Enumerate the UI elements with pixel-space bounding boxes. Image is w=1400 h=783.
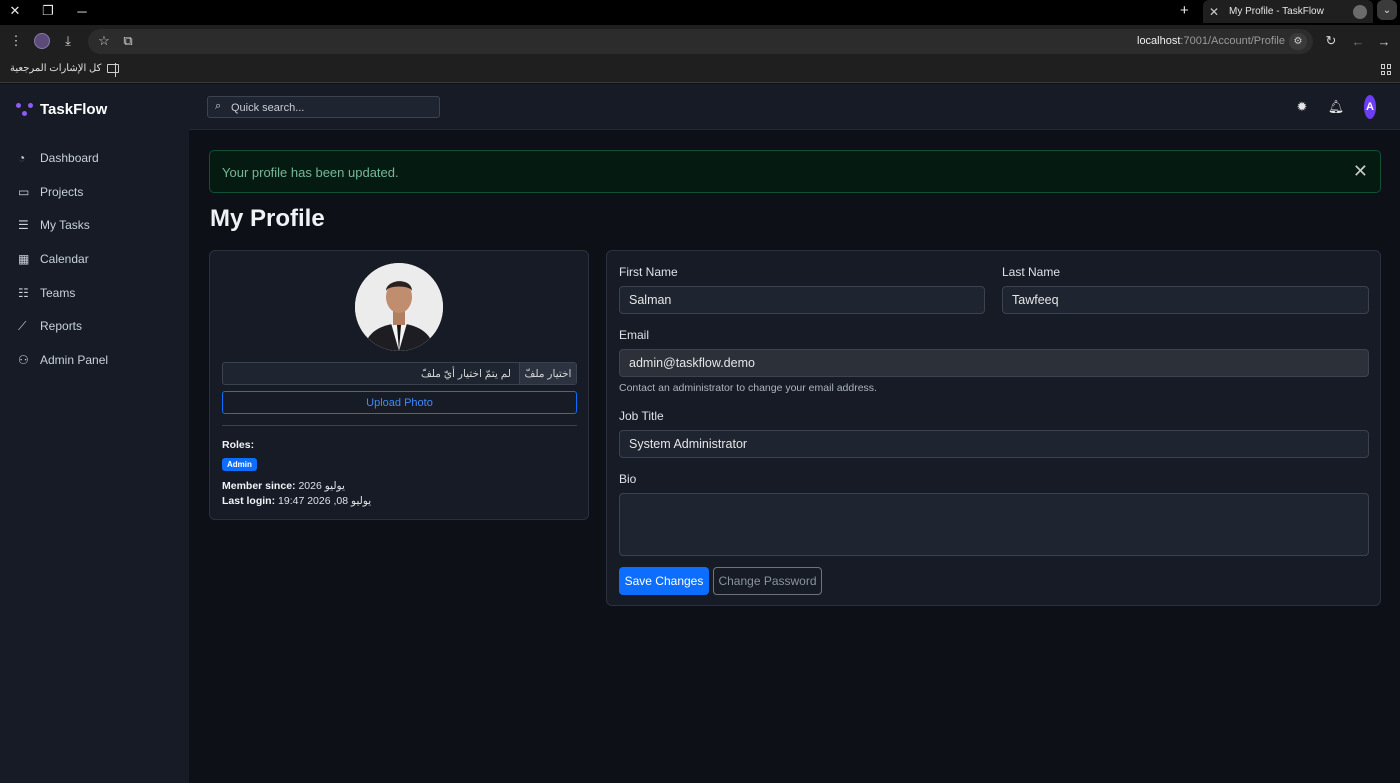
- last-login: Last login: يوليو 08, 2026 19:47: [222, 495, 372, 507]
- forward-arrow-icon[interactable]: →: [1373, 31, 1395, 51]
- close-icon[interactable]: ✕: [1353, 161, 1368, 182]
- all-bookmarks[interactable]: كل الإشارات المرجعية: [10, 63, 120, 74]
- tab-search-icon[interactable]: ⌄: [1377, 0, 1397, 20]
- file-input[interactable]: اختيار ملفّ لم يتمّ اختيار أيّ ملفّ: [222, 362, 577, 385]
- window-minimize-icon[interactable]: ─: [69, 0, 95, 22]
- email-field: admin@taskflow.demo: [619, 349, 1369, 377]
- alert-message: Your profile has been updated.: [222, 165, 399, 180]
- quick-search[interactable]: ⌕: [207, 96, 440, 118]
- sidebar-item-calendar[interactable]: ▦ Calendar: [0, 242, 189, 276]
- translate-icon[interactable]: ⧉: [117, 31, 139, 51]
- job-title-label: Job Title: [619, 409, 664, 423]
- search-input[interactable]: [231, 100, 431, 115]
- user-avatar[interactable]: A: [1364, 95, 1376, 119]
- success-alert: Your profile has been updated. ✕: [209, 150, 1381, 193]
- sidebar-item-my-tasks[interactable]: ☰ My Tasks: [0, 208, 189, 242]
- brand-name: TaskFlow: [40, 101, 108, 118]
- bio-label: Bio: [619, 472, 637, 486]
- bookmarks-bar: كل الإشارات المرجعية: [0, 58, 1400, 83]
- taskflow-logo-icon: [16, 102, 34, 117]
- address-bar[interactable]: ☆ ⧉ localhost:7001/Account/Profile ⚙: [88, 29, 1313, 54]
- sidebar-item-label: My Tasks: [40, 218, 90, 233]
- notification-bell-icon[interactable]: 🔔︎: [1327, 98, 1345, 116]
- globe-icon: [1353, 4, 1367, 19]
- sidebar: TaskFlow ◔ Dashboard ▭ Projects ☰ My Tasks …: [0, 84, 189, 783]
- search-icon: ⌕: [215, 100, 222, 112]
- window-restore-icon[interactable]: ❐: [35, 0, 61, 22]
- url-text: localhost:7001/Account/Profile: [1137, 35, 1285, 47]
- profile-photo-card: اختيار ملفّ لم يتمّ اختيار أيّ ملفّ Uplo…: [209, 250, 589, 520]
- apps-grid-icon[interactable]: [1381, 64, 1392, 75]
- tab-title: My Profile - TaskFlow: [1229, 6, 1324, 17]
- reload-icon[interactable]: ↻: [1320, 31, 1342, 51]
- email-label: Email: [619, 328, 650, 342]
- divider: [115, 63, 116, 77]
- sidebar-item-label: Dashboard: [40, 150, 99, 165]
- profile-avatar-icon[interactable]: [34, 33, 50, 49]
- choose-file-button[interactable]: اختيار ملفّ: [519, 363, 576, 384]
- roles-label: Roles:: [222, 439, 255, 451]
- sidebar-item-label: Reports: [40, 319, 83, 334]
- bookmark-star-icon[interactable]: ☆: [93, 31, 115, 51]
- page-title: My Profile: [210, 205, 325, 232]
- sidebar-nav: ◔ Dashboard ▭ Projects ☰ My Tasks ▦ Calendar…: [0, 141, 189, 377]
- new-tab-icon[interactable]: +: [1180, 2, 1189, 19]
- chart-icon: ⟋: [18, 318, 27, 333]
- sidebar-item-label: Admin Panel: [40, 352, 109, 367]
- last-name-field[interactable]: Tawfeeq: [1002, 286, 1369, 314]
- tasks-icon: ☰: [18, 218, 29, 233]
- profile-photo: [355, 263, 443, 351]
- brand[interactable]: TaskFlow: [16, 101, 107, 118]
- sidebar-item-admin-panel[interactable]: ⚇ Admin Panel: [0, 343, 189, 377]
- last-name-label: Last Name: [1002, 265, 1061, 279]
- menu-dots-icon[interactable]: ⋮: [5, 31, 27, 51]
- divider: [222, 425, 577, 426]
- settings-gear-icon[interactable]: ✹: [1293, 98, 1311, 116]
- back-arrow-icon[interactable]: ←: [1347, 31, 1369, 51]
- dashboard-icon: ◔: [18, 150, 26, 165]
- sidebar-item-dashboard[interactable]: ◔ Dashboard: [0, 141, 189, 175]
- role-badge: Admin: [222, 458, 257, 471]
- member-since: Member since: يوليو 2026: [222, 480, 345, 492]
- tab-close-icon[interactable]: ✕: [1209, 5, 1225, 19]
- sidebar-item-teams[interactable]: ☷ Teams: [0, 276, 189, 310]
- sidebar-item-reports[interactable]: ⟋ Reports: [0, 309, 189, 343]
- all-bookmarks-label: كل الإشارات المرجعية: [10, 63, 102, 74]
- bio-textarea[interactable]: [619, 493, 1369, 556]
- browser-tab-bar: ✕ ❐ ─ + ✕ My Profile - TaskFlow ⌄: [0, 0, 1400, 25]
- top-bar: ⌕ ✹ 🔔︎ A: [189, 84, 1400, 130]
- calendar-icon: ▦: [18, 251, 30, 266]
- browser-toolbar: ⋮ ⤓ ☆ ⧉ localhost:7001/Account/Profile ⚙…: [0, 25, 1400, 58]
- upload-photo-button[interactable]: Upload Photo: [222, 391, 577, 414]
- save-changes-button[interactable]: Save Changes: [619, 567, 709, 595]
- folder-icon: ▭: [18, 184, 30, 199]
- email-help-text: Contact an administrator to change your …: [619, 382, 877, 394]
- teams-icon: ☷: [18, 285, 29, 300]
- profile-form-card: First Name Salman Last Name Tawfeeq Emai…: [606, 250, 1381, 606]
- folder-icon: [107, 64, 120, 73]
- download-icon[interactable]: ⤓: [57, 31, 79, 51]
- site-settings-icon[interactable]: ⚙: [1289, 33, 1307, 50]
- window-close-icon[interactable]: ✕: [2, 0, 28, 22]
- first-name-label: First Name: [619, 265, 678, 279]
- browser-tab[interactable]: ✕ My Profile - TaskFlow: [1203, 0, 1373, 23]
- file-name: لم يتمّ اختيار أيّ ملفّ: [420, 367, 511, 380]
- sidebar-item-projects[interactable]: ▭ Projects: [0, 175, 189, 209]
- change-password-button[interactable]: Change Password: [713, 567, 822, 595]
- admin-icon: ⚇: [18, 352, 29, 367]
- sidebar-item-label: Calendar: [40, 251, 89, 266]
- first-name-field[interactable]: Salman: [619, 286, 985, 314]
- sidebar-item-label: Projects: [40, 184, 84, 199]
- sidebar-item-label: Teams: [40, 285, 76, 300]
- job-title-field[interactable]: System Administrator: [619, 430, 1369, 458]
